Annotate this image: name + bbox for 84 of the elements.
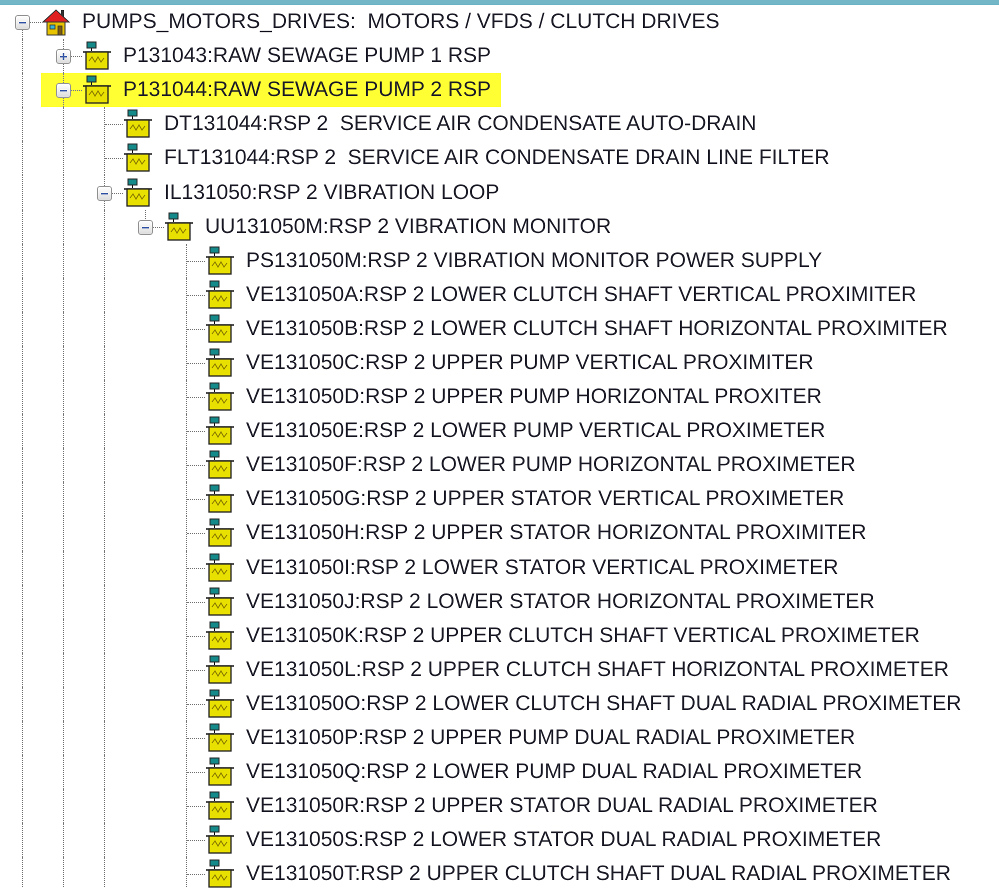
tree-item[interactable]: VE131050L:RSP 2 UPPER CLUTCH SHAFT HORIZONTAL PROXIMETER [164,652,959,687]
item-label: VE131050E:RSP 2 LOWER PUMP VERTICAL PROXIMETER [246,419,826,444]
item-label: P131043:RAW SEWAGE PUMP 1 RSP [123,44,492,68]
tree-item[interactable]: P131044:RAW SEWAGE PUMP 2 RSP [41,73,502,108]
device-icon [205,246,235,276]
item-label: VE131050L:RSP 2 UPPER CLUTCH SHAFT HORIZONTAL PROXIMETER [246,658,949,682]
tree-item[interactable]: VE131050I:RSP 2 LOWER STATOR VERTICAL PROXIMETER [164,550,848,585]
device-icon [205,654,235,685]
tree-item[interactable]: VE131050B:RSP 2 LOWER CLUTCH SHAFT HORIZONTAL PROXIMITER [164,312,958,346]
device-icon [123,178,153,208]
device-icon [205,280,235,310]
device-icon [82,41,112,72]
tree-item[interactable]: VE131050Q:RSP 2 LOWER PUMP DUAL RADIAL PROXIMETER [164,755,872,790]
device-icon [205,586,235,617]
item-label: VE131050C:RSP 2 UPPER PUMP VERTICAL PROXIMITER [246,350,814,375]
tree-item[interactable]: VE131050S:RSP 2 LOWER STATOR DUAL RADIAL PROXIMETER [164,823,892,858]
item-label: VE131050T:RSP 2 UPPER CLUTCH SHAFT DUAL RADIAL PROXIMETER [246,862,951,886]
item-label: VE131050Q:RSP 2 LOWER PUMP DUAL RADIAL PROXIMETER [246,760,862,784]
item-label: VE131050P:RSP 2 UPPER PUMP DUAL RADIAL PROXIMETER [246,726,856,750]
tree-item[interactable]: VE131050G:RSP 2 UPPER STATOR VERTICAL PROXIMETER [164,482,854,516]
item-label: P131044:RAW SEWAGE PUMP 2 RSP [123,78,492,102]
device-icon [205,757,235,788]
item-label: IL131050:RSP 2 VIBRATION LOOP [164,180,500,205]
tree-item[interactable]: UU131050M:RSP 2 VIBRATION MONITOR [123,210,622,244]
expand-toggle[interactable] [97,186,112,201]
device-icon [123,143,153,174]
tree-item[interactable]: PS131050M:RSP 2 VIBRATION MONITOR POWER SUPPLY [164,244,832,278]
device-icon [205,859,235,888]
tree-item[interactable]: PUMPS_MOTORS_DRIVES: MOTORS / VFDS / CLUTCH DRIVES [0,5,730,40]
tree-item[interactable]: VE131050C:RSP 2 UPPER PUMP VERTICAL PROXIMITER [164,346,824,380]
device-icon [205,518,235,548]
tree-item[interactable]: DT131044:RSP 2 SERVICE AIR CONDENSATE AUTO-DRAIN [82,107,766,142]
expand-toggle[interactable] [56,49,71,64]
device-icon [205,620,235,651]
expand-toggle[interactable] [56,83,71,98]
tree-item[interactable]: VE131050O:RSP 2 LOWER CLUTCH SHAFT DUAL RADIAL PROXIMETER [164,686,972,721]
device-icon [205,416,235,446]
tree-item[interactable]: VE131050D:RSP 2 UPPER PUMP HORIZONTAL PROXITER [164,380,832,414]
tree-item[interactable]: VE131050H:RSP 2 UPPER STATOR HORIZONTAL PROXIMITER [164,516,876,550]
item-label: UU131050M:RSP 2 VIBRATION MONITOR [205,214,612,239]
tree-item[interactable]: VE131050A:RSP 2 LOWER CLUTCH SHAFT VERTICAL PROXIMITER [164,278,926,312]
device-icon [205,688,235,719]
device-icon [205,450,235,480]
tree-item[interactable]: VE131050R:RSP 2 UPPER STATOR DUAL RADIAL PROXIMETER [164,789,888,824]
item-label: FLT131044:RSP 2 SERVICE AIR CONDENSATE DRAIN LINE FILTER [164,146,830,170]
tree-item[interactable]: P131043:RAW SEWAGE PUMP 1 RSP [41,39,502,74]
tree-item[interactable]: VE131050P:RSP 2 UPPER PUMP DUAL RADIAL PROXIMETER [164,720,866,756]
item-label: VE131050B:RSP 2 LOWER CLUTCH SHAFT HORIZONTAL PROXIMITER [246,316,948,341]
device-icon [205,314,235,344]
item-label: VE131050I:RSP 2 LOWER STATOR VERTICAL PROXIMETER [246,556,838,580]
device-icon [205,348,235,378]
item-label: VE131050D:RSP 2 UPPER PUMP HORIZONTAL PROXITER [246,385,822,410]
device-icon [164,212,194,242]
device-icon [205,484,235,514]
device-icon [82,75,112,106]
device-icon [205,723,235,754]
item-label: VE131050A:RSP 2 LOWER CLUTCH SHAFT VERTICAL PROXIMITER [246,282,916,307]
item-label: VE131050H:RSP 2 UPPER STATOR HORIZONTAL PROXIMITER [246,521,866,546]
device-icon [205,825,235,856]
house-icon [41,7,71,38]
expand-toggle[interactable] [15,15,30,30]
item-label: VE131050S:RSP 2 LOWER STATOR DUAL RADIAL PROXIMETER [246,828,882,852]
item-label: VE131050J:RSP 2 LOWER STATOR HORIZONTAL PROXIMETER [246,590,875,614]
item-label: VE131050G:RSP 2 UPPER STATOR VERTICAL PROXIMETER [246,487,844,512]
device-icon [205,791,235,822]
device-icon [123,109,153,140]
tree-item[interactable]: VE131050J:RSP 2 LOWER STATOR HORIZONTAL PROXIMETER [164,584,885,619]
item-label: VE131050F:RSP 2 LOWER PUMP HORIZONTAL PROXIMETER [246,453,856,478]
tree-item[interactable]: VE131050T:RSP 2 UPPER CLUTCH SHAFT DUAL RADIAL PROXIMETER [164,857,961,888]
tree-item[interactable]: FLT131044:RSP 2 SERVICE AIR CONDENSATE DRAIN LINE FILTER [82,141,840,176]
plus-icon [59,52,68,62]
tree-item[interactable]: VE131050K:RSP 2 UPPER CLUTCH SHAFT VERTICAL PROXIMETER [164,618,930,653]
item-label: VE131050R:RSP 2 UPPER STATOR DUAL RADIAL PROXIMETER [246,794,878,818]
item-label: DT131044:RSP 2 SERVICE AIR CONDENSATE AUTO-DRAIN [164,112,756,136]
item-label: PUMPS_MOTORS_DRIVES: MOTORS / VFDS / CLUTCH DRIVES [82,10,720,34]
tree-item[interactable]: VE131050E:RSP 2 LOWER PUMP VERTICAL PROXIMETER [164,414,836,448]
item-label: PS131050M:RSP 2 VIBRATION MONITOR POWER SUPPLY [246,248,822,273]
expand-toggle[interactable] [138,220,153,235]
device-icon [205,552,235,583]
item-label: VE131050O:RSP 2 LOWER CLUTCH SHAFT DUAL RADIAL PROXIMETER [246,692,962,716]
item-label: VE131050K:RSP 2 UPPER CLUTCH SHAFT VERTICAL PROXIMETER [246,624,920,648]
device-icon [205,382,235,412]
tree-item[interactable]: IL131050:RSP 2 VIBRATION LOOP [82,175,510,210]
tree-item[interactable]: VE131050F:RSP 2 LOWER PUMP HORIZONTAL PROXIMETER [164,448,866,482]
